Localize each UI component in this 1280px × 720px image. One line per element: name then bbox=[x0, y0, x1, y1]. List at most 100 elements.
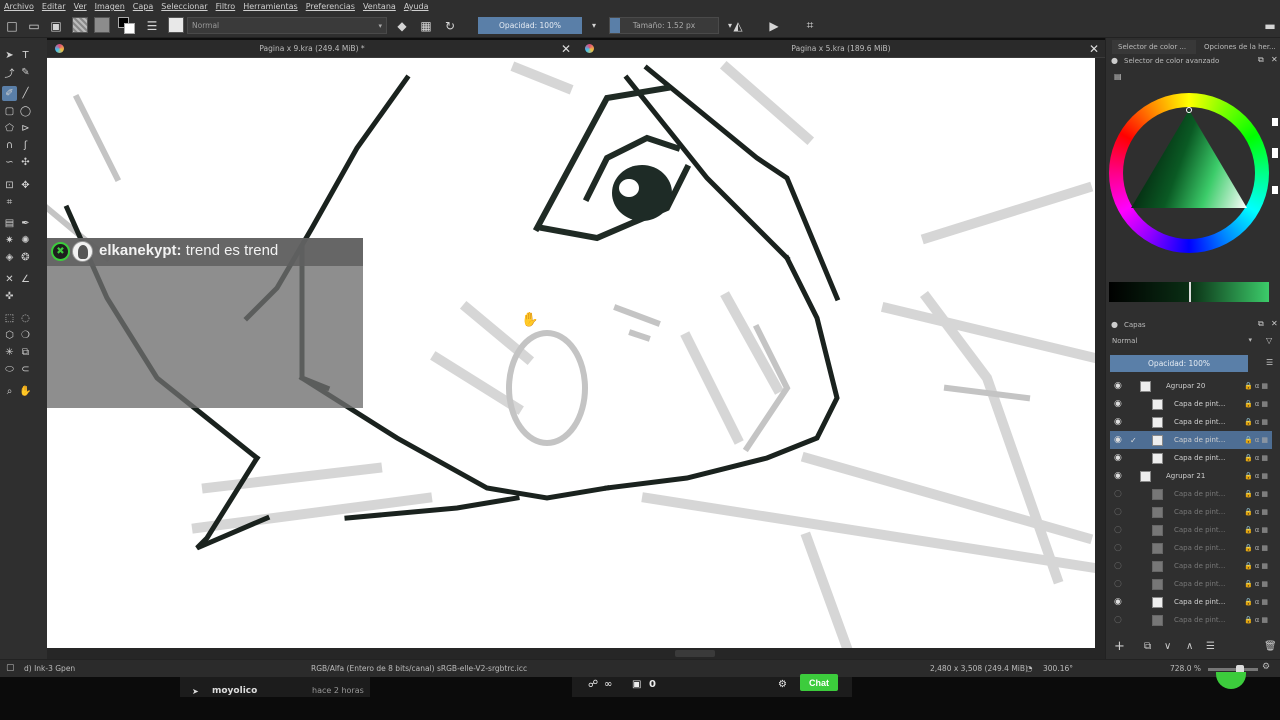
check-icon[interactable]: ✓ bbox=[1130, 436, 1137, 445]
open-folder-icon[interactable]: ▭ bbox=[26, 17, 42, 34]
eye-hidden-icon[interactable]: ○ bbox=[1114, 579, 1122, 589]
layer-row[interactable]: ○ Capa de pint... 🔒α▦ bbox=[1110, 521, 1272, 539]
crop-icon[interactable]: ⌗ bbox=[802, 17, 818, 34]
ellipse-tool-icon[interactable]: ◯ bbox=[18, 104, 33, 119]
assistant-tool-icon[interactable]: ✺ bbox=[18, 233, 33, 248]
opacity-slider[interactable]: Opacidad: 100% bbox=[478, 17, 582, 34]
brush-preview[interactable] bbox=[168, 17, 184, 33]
layer-row[interactable]: ◉ Agrupar 21 🔒α▦ bbox=[1110, 467, 1272, 485]
reference-tool-icon[interactable]: ✜ bbox=[2, 289, 17, 304]
eye-hidden-icon[interactable]: ○ bbox=[1114, 525, 1122, 535]
layer-lock-icon[interactable]: 🔒α▦ bbox=[1244, 562, 1270, 570]
workspace-icon[interactable]: ▬ bbox=[1262, 17, 1278, 34]
gift-icon[interactable]: ▣ bbox=[632, 679, 641, 690]
vertical-scrollbar[interactable] bbox=[1095, 58, 1105, 659]
horizontal-scrollbar[interactable] bbox=[47, 648, 1095, 659]
eye-icon[interactable]: ◉ bbox=[1114, 417, 1122, 427]
tab-tool-options[interactable]: Opciones de la her... bbox=[1198, 40, 1276, 54]
eye-hidden-icon[interactable]: ○ bbox=[1114, 489, 1122, 499]
eye-icon[interactable]: ◉ bbox=[1114, 399, 1122, 409]
layer-row[interactable]: ◉ ✓ Capa de pint... 🔒α▦ bbox=[1110, 431, 1272, 449]
smart-patch-icon[interactable]: ✷ bbox=[2, 233, 17, 248]
pattern-swatch[interactable] bbox=[94, 17, 110, 33]
ellipse-select-icon[interactable]: ◌ bbox=[18, 311, 33, 326]
layer-lock-icon[interactable]: 🔒α▦ bbox=[1244, 436, 1270, 444]
infinity-icon[interactable]: ∞ bbox=[604, 679, 612, 690]
fill-tool-icon[interactable]: ◈ bbox=[2, 250, 17, 265]
menu-icon[interactable]: ☰ bbox=[1266, 358, 1273, 367]
color-swatch-small[interactable] bbox=[1272, 118, 1278, 126]
eye-icon[interactable]: ◉ bbox=[1114, 435, 1122, 445]
close-icon[interactable]: ✕ bbox=[561, 42, 571, 56]
layer-row[interactable]: ○ Capa de pint... 🔒α▦ bbox=[1110, 485, 1272, 503]
layer-lock-icon[interactable]: 🔒α▦ bbox=[1244, 490, 1270, 498]
move-tool-icon[interactable]: ✥ bbox=[18, 178, 33, 193]
tab-document-1[interactable]: Pagina x 9.kra (249.4 MiB) * ✕ bbox=[47, 40, 577, 58]
zoom-slider[interactable] bbox=[1208, 665, 1258, 674]
menu-item-capa[interactable]: Capa bbox=[133, 2, 153, 11]
chat-button[interactable]: Chat bbox=[800, 674, 838, 691]
color-swatch-small[interactable] bbox=[1272, 186, 1278, 194]
magic-wand-icon[interactable]: ✳ bbox=[2, 345, 17, 360]
dynamic-brush-icon[interactable]: ∽ bbox=[2, 155, 17, 170]
crop-tool-icon[interactable]: ⌗ bbox=[2, 195, 17, 210]
brush-preset-icon[interactable]: ▢ bbox=[6, 663, 15, 673]
layer-row[interactable]: ○ Capa de pint... 🔒α▦ bbox=[1110, 575, 1272, 593]
save-icon[interactable]: ▣ bbox=[48, 17, 64, 34]
calligraphy-icon[interactable]: ✎ bbox=[18, 65, 33, 80]
mirror-horizontal-icon[interactable]: ◭ bbox=[730, 17, 746, 34]
menu-item-herramientas[interactable]: Herramientas bbox=[243, 2, 298, 11]
close-icon[interactable]: ✕ bbox=[1089, 42, 1099, 56]
color-picker-icon[interactable]: ✒ bbox=[18, 216, 33, 231]
similar-select-icon[interactable]: ⧉ bbox=[18, 345, 33, 360]
layer-row[interactable]: ◉ Capa de pint... 🔒α▦ bbox=[1110, 449, 1272, 467]
gear-icon[interactable]: ⚙ bbox=[778, 679, 787, 690]
duplicate-layer-icon[interactable]: ⧉ bbox=[1144, 641, 1151, 652]
alpha-lock-icon[interactable]: ▦ bbox=[418, 17, 434, 34]
fg-bg-colors[interactable] bbox=[118, 17, 136, 34]
menu-item-seleccionar[interactable]: Seleccionar bbox=[161, 2, 207, 11]
menu-item-ventana[interactable]: Ventana bbox=[363, 2, 396, 11]
menu-item-filtro[interactable]: Filtro bbox=[216, 2, 236, 11]
eye-hidden-icon[interactable]: ○ bbox=[1114, 615, 1122, 625]
blend-mode-select[interactable]: Normal ▾ bbox=[187, 17, 387, 34]
edit-shapes-icon[interactable]: ⤴ bbox=[2, 65, 17, 80]
layer-lock-icon[interactable]: 🔒α▦ bbox=[1244, 418, 1270, 426]
layer-lock-icon[interactable]: 🔒α▦ bbox=[1244, 472, 1270, 480]
freehand-brush-icon[interactable]: ✐ bbox=[2, 86, 17, 101]
text-tool-icon[interactable]: T bbox=[18, 48, 33, 63]
gradient-tool-icon[interactable]: ▤ bbox=[2, 216, 17, 231]
eye-icon[interactable]: ◉ bbox=[1114, 597, 1122, 607]
freehand-path-icon[interactable]: ʃ bbox=[18, 138, 33, 153]
settings-icon[interactable]: ▤ bbox=[1114, 72, 1122, 81]
people-icon[interactable]: ☍ bbox=[588, 679, 598, 690]
color-selection-marker[interactable] bbox=[1186, 107, 1192, 113]
tab-document-2[interactable]: Pagina x 5.kra (189.6 MiB) ✕ bbox=[577, 40, 1105, 58]
layer-row[interactable]: ○ Capa de pint... 🔒α▦ bbox=[1110, 503, 1272, 521]
line-tool-icon[interactable]: ╱ bbox=[18, 86, 33, 101]
menu-item-editar[interactable]: Editar bbox=[42, 2, 66, 11]
polygon-tool-icon[interactable]: ⬠ bbox=[2, 121, 17, 136]
value-marker[interactable] bbox=[1189, 282, 1191, 302]
eye-icon[interactable]: ◉ bbox=[1114, 453, 1122, 463]
layer-lock-icon[interactable]: 🔒α▦ bbox=[1244, 454, 1270, 462]
scroll-thumb[interactable] bbox=[675, 650, 715, 657]
layer-row[interactable]: ◉ Capa de pint... 🔒α▦ bbox=[1110, 413, 1272, 431]
multibrush-icon[interactable]: ✣ bbox=[18, 155, 33, 170]
layer-lock-icon[interactable]: 🔒α▦ bbox=[1244, 400, 1270, 408]
layer-lock-icon[interactable]: 🔒α▦ bbox=[1244, 544, 1270, 552]
polygon-select-icon[interactable]: ⬡ bbox=[2, 328, 17, 343]
magnetic-select-icon[interactable]: ⊂ bbox=[18, 362, 33, 377]
float-panel-icon[interactable]: ⧉ bbox=[1258, 319, 1264, 329]
lock-icon[interactable]: ● bbox=[1111, 320, 1118, 329]
menu-item-ver[interactable]: Ver bbox=[74, 2, 87, 11]
settings-icon[interactable]: ⚙ bbox=[1262, 662, 1270, 672]
tab-color-selector[interactable]: Selector de color ... bbox=[1112, 40, 1196, 54]
chevron-down-icon[interactable]: ▾ bbox=[586, 17, 602, 34]
gradient-swatch[interactable] bbox=[72, 17, 88, 33]
chevron-up-icon[interactable]: ∧ bbox=[1186, 641, 1193, 652]
filter-icon[interactable]: ▽ bbox=[1266, 336, 1272, 345]
mirror-vertical-icon[interactable]: ▶ bbox=[766, 17, 782, 34]
color-swatch-small[interactable] bbox=[1272, 148, 1278, 158]
bezier-tool-icon[interactable]: ∩ bbox=[2, 138, 17, 153]
